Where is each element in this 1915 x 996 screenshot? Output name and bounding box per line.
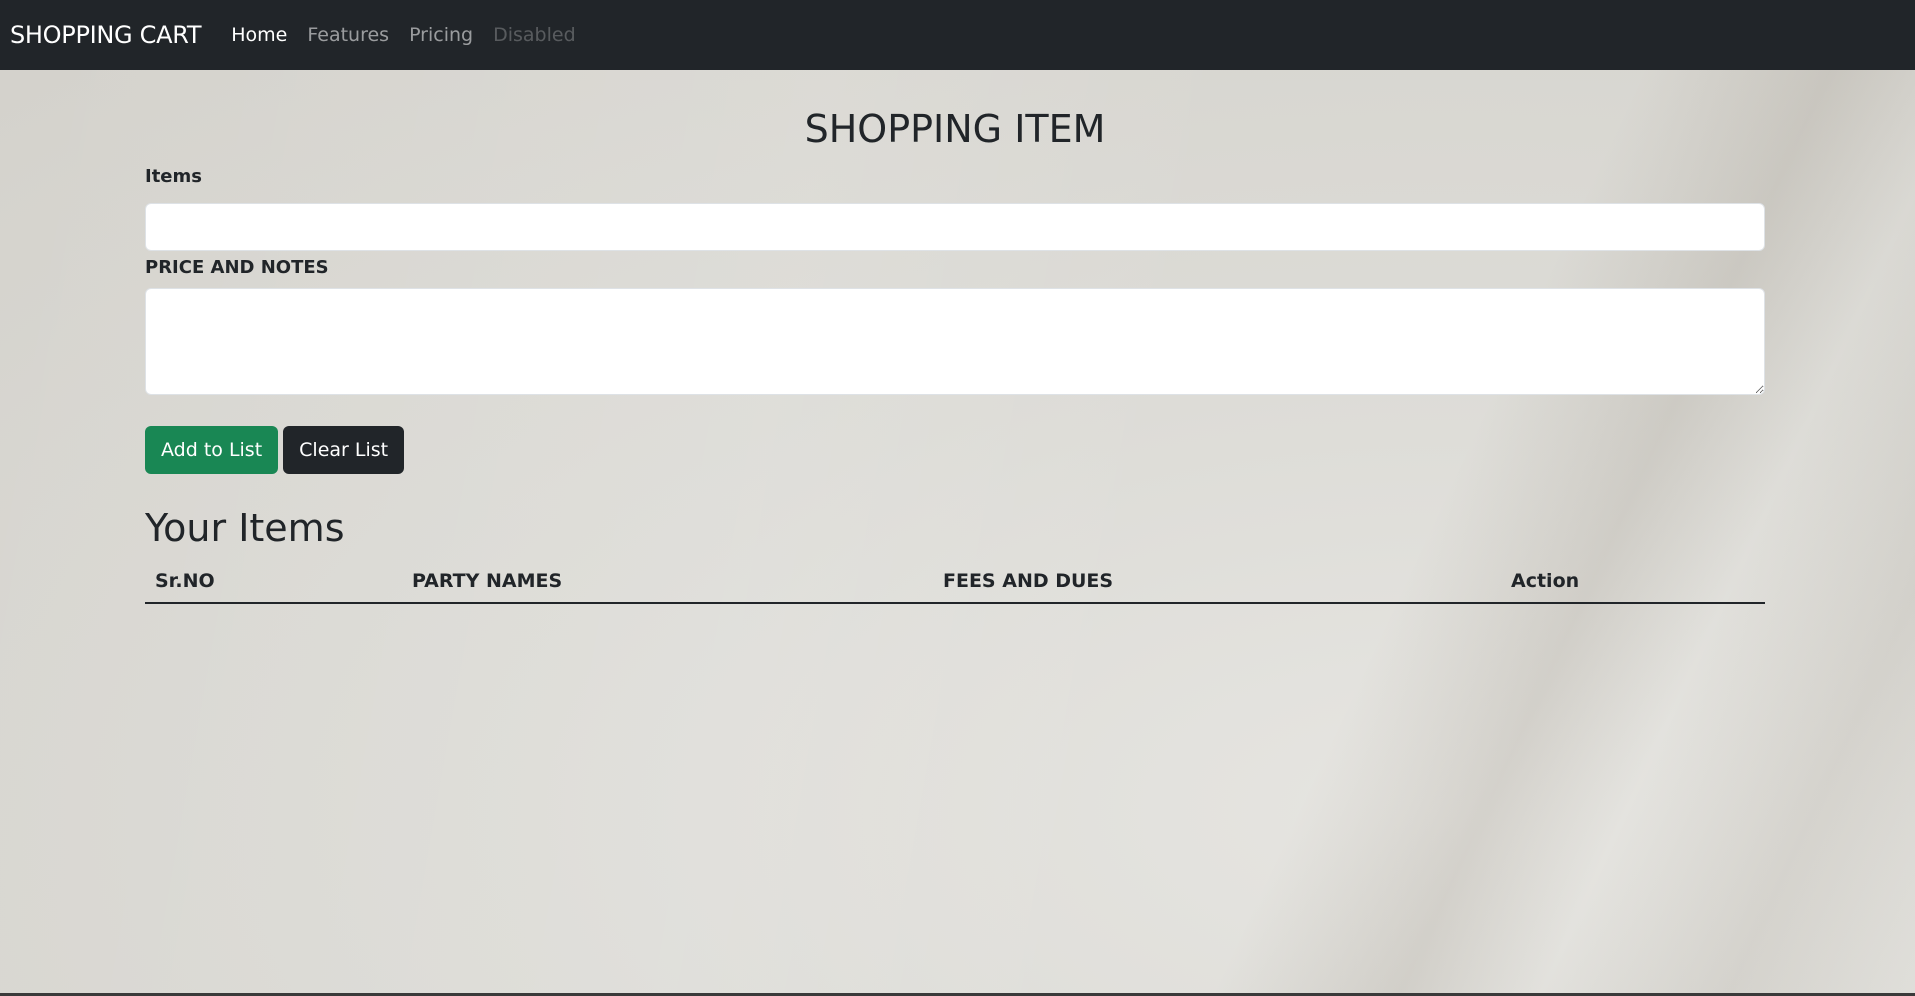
page-title: SHOPPING ITEM [804, 107, 1106, 151]
items-table: Sr.NO PARTY NAMES FEES AND DUES Action [145, 560, 1765, 604]
header-fees-and-dues: FEES AND DUES [933, 560, 1501, 604]
nav-item-home[interactable]: Home [231, 24, 287, 46]
navbar-brand[interactable]: SHOPPING CART [10, 21, 202, 49]
items-input[interactable] [145, 203, 1765, 251]
your-items-heading: Your Items [145, 506, 345, 550]
header-action: Action [1501, 560, 1765, 604]
nav-item-pricing[interactable]: Pricing [409, 24, 473, 46]
header-party-names: PARTY NAMES [402, 560, 933, 604]
nav-item-disabled: Disabled [493, 24, 576, 46]
header-sr-no: Sr.NO [145, 560, 402, 604]
navbar: SHOPPING CART Home Features Pricing Disa… [0, 0, 1915, 70]
button-row: Add to List Clear List [145, 426, 1765, 474]
add-to-list-button[interactable]: Add to List [145, 426, 279, 474]
table-header-row: Sr.NO PARTY NAMES FEES AND DUES Action [145, 560, 1765, 604]
price-notes-textarea[interactable] [145, 288, 1765, 395]
items-label: Items [145, 166, 202, 187]
price-notes-label: PRICE AND NOTES [145, 257, 329, 278]
main-container: SHOPPING ITEM Items PRICE AND NOTES Add … [145, 70, 1765, 604]
nav-item-features[interactable]: Features [307, 24, 389, 46]
clear-list-button[interactable]: Clear List [283, 426, 405, 474]
